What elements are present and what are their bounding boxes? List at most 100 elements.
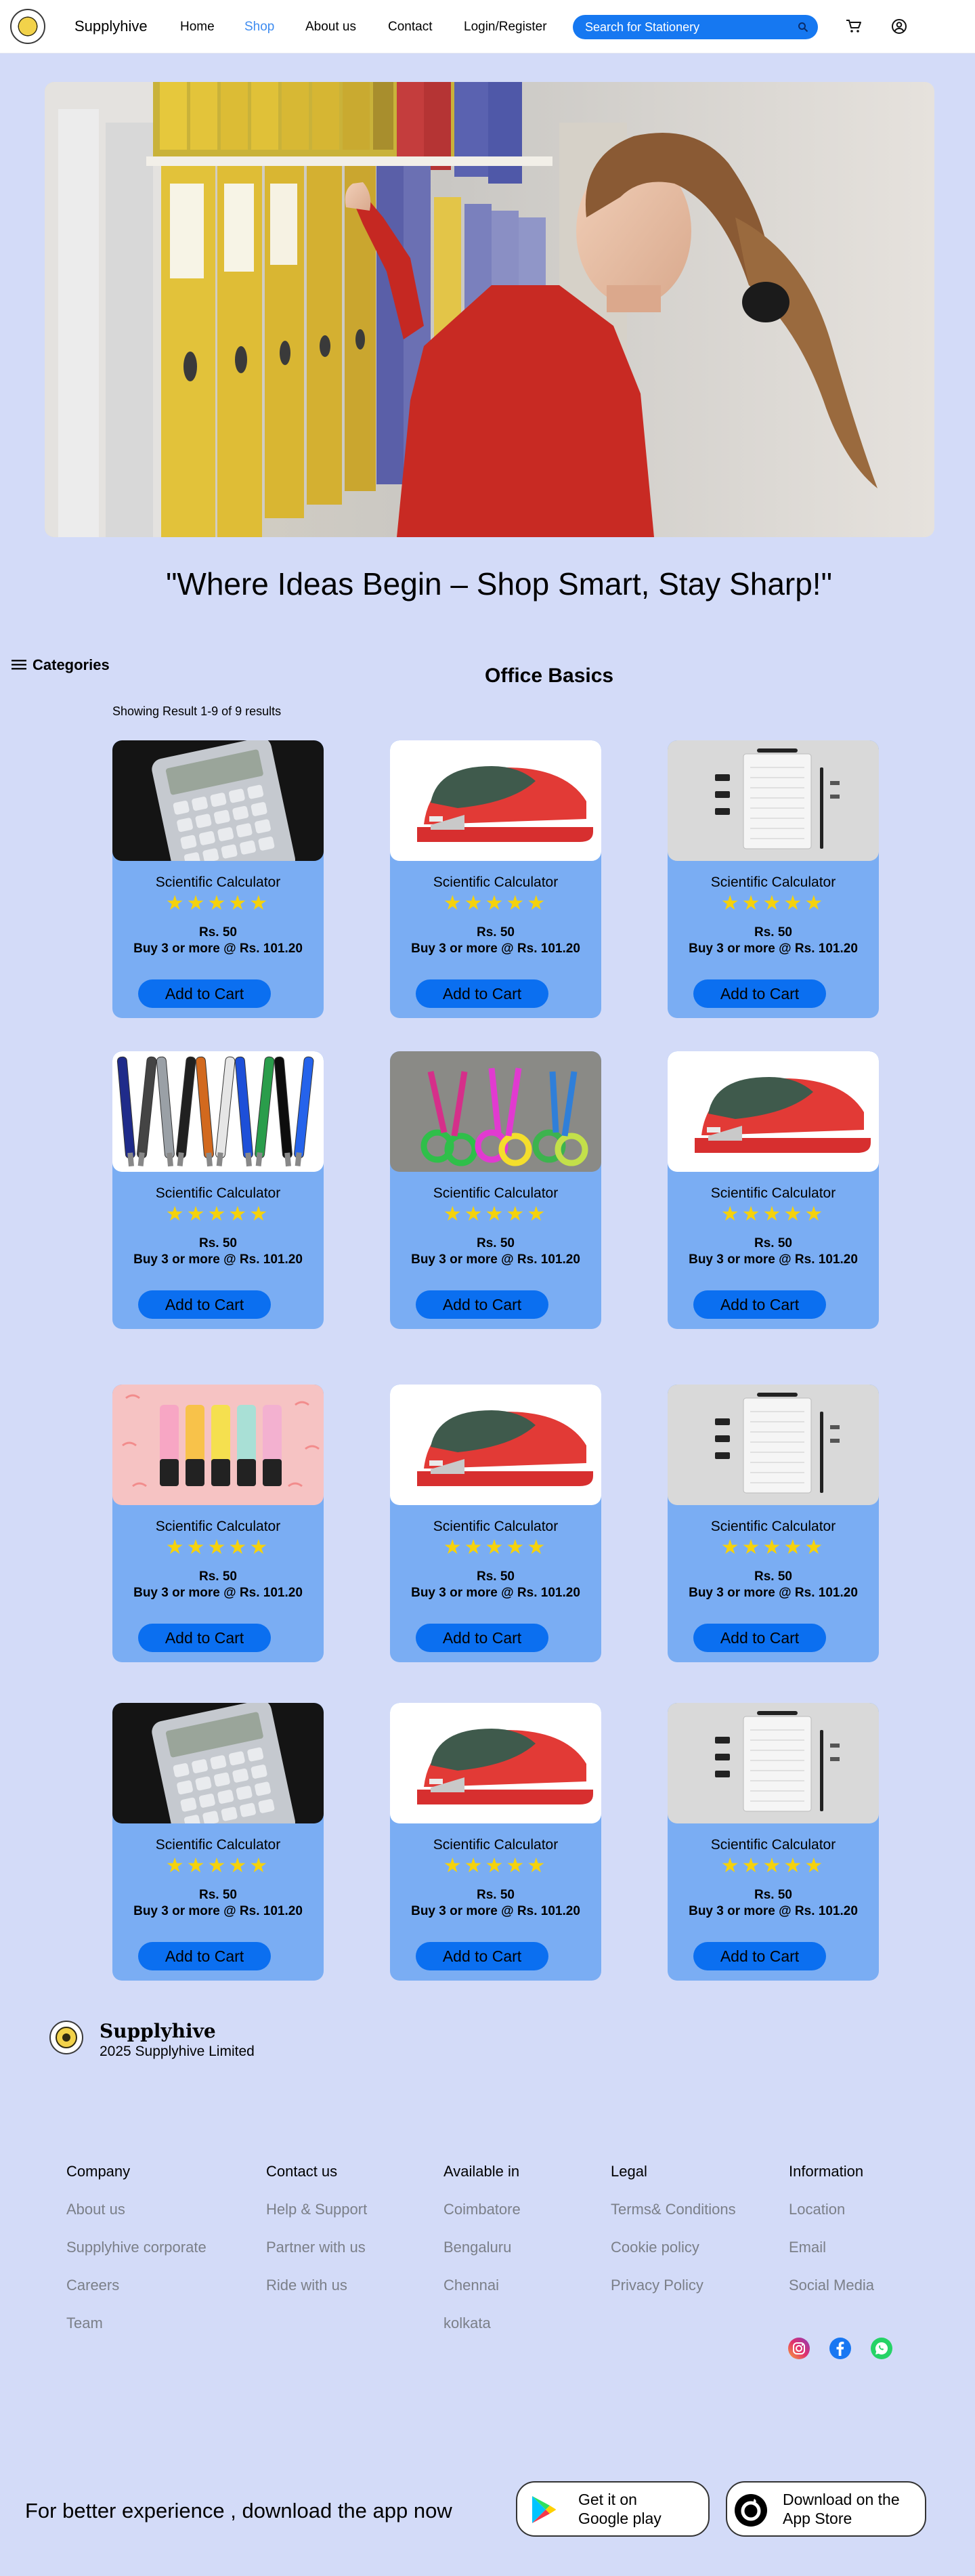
product-name[interactable]: Scientific Calculator <box>668 1185 879 1202</box>
footer-link[interactable]: Coimbatore <box>443 2201 521 2218</box>
nav-home[interactable]: Home <box>180 20 215 35</box>
add-to-cart-button[interactable]: Add to Cart <box>138 1624 271 1652</box>
product-card[interactable]: Scientific Calculator ★★★★★ Rs. 50 Buy 3 or… <box>112 1385 324 1662</box>
add-to-cart-button[interactable]: Add to Cart <box>693 1942 826 1970</box>
search-icon[interactable] <box>798 22 808 33</box>
add-to-cart-button[interactable]: Add to Cart <box>693 1624 826 1652</box>
product-image-pens[interactable] <box>112 1051 324 1172</box>
product-name[interactable]: Scientific Calculator <box>112 1185 324 1202</box>
facebook-icon[interactable] <box>829 2337 852 2360</box>
bulk-offer: Buy 3 or more @ Rs. 101.20 <box>133 1252 303 1267</box>
footer-link[interactable]: Bengaluru <box>443 2239 511 2256</box>
footer-link[interactable]: Help & Support <box>266 2201 367 2218</box>
footer-link[interactable]: About us <box>66 2201 125 2218</box>
footer-link[interactable]: Partner with us <box>266 2239 366 2256</box>
nav-shop[interactable]: Shop <box>244 20 274 35</box>
product-name[interactable]: Scientific Calculator <box>390 1519 601 1535</box>
product-name[interactable]: Scientific Calculator <box>390 1185 601 1202</box>
footer-link[interactable]: Team <box>66 2315 103 2332</box>
product-name[interactable]: Scientific Calculator <box>668 1519 879 1535</box>
product-image-scissors[interactable] <box>390 1051 601 1172</box>
product-image-calculator[interactable] <box>112 1703 324 1823</box>
add-to-cart-button[interactable]: Add to Cart <box>416 979 548 1008</box>
nav-login-register[interactable]: Login/Register <box>464 20 547 35</box>
product-image-stapler[interactable] <box>390 1703 601 1823</box>
footer-link[interactable]: Privacy Policy <box>611 2277 703 2294</box>
product-card[interactable]: Scientific Calculator ★★★★★ Rs. 50 Buy 3 or… <box>390 1385 601 1662</box>
results-count: Showing Result 1-9 of 9 results <box>112 704 282 718</box>
footer-link[interactable]: Ride with us <box>266 2277 347 2294</box>
product-price: Rs. 50 <box>754 1888 792 1902</box>
add-to-cart-button[interactable]: Add to Cart <box>416 1290 548 1319</box>
nav-about-us[interactable]: About us <box>305 20 356 35</box>
product-price: Rs. 50 <box>477 1236 515 1250</box>
product-card[interactable]: Scientific Calculator ★★★★★ Rs. 50 Buy 3 or… <box>112 740 324 1018</box>
product-card[interactable]: Scientific Calculator ★★★★★ Rs. 50 Buy 3 or… <box>668 740 879 1018</box>
product-card[interactable]: Scientific Calculator ★★★★★ Rs. 50 Buy 3 or… <box>668 1051 879 1329</box>
product-image-stapler[interactable] <box>668 1051 879 1172</box>
product-price: Rs. 50 <box>754 1236 792 1250</box>
footer-link[interactable]: Careers <box>66 2277 119 2294</box>
cart-icon[interactable] <box>845 18 863 35</box>
footer-link[interactable]: kolkata <box>443 2315 491 2332</box>
add-to-cart-button[interactable]: Add to Cart <box>693 1290 826 1319</box>
product-card[interactable]: Scientific Calculator ★★★★★ Rs. 50 Buy 3 or… <box>112 1703 324 1981</box>
product-image-highlighters[interactable] <box>112 1385 324 1505</box>
add-to-cart-button[interactable]: Add to Cart <box>416 1624 548 1652</box>
footer-link[interactable]: Supplyhive corporate <box>66 2239 207 2256</box>
product-image-stapler[interactable] <box>390 1385 601 1505</box>
product-name[interactable]: Scientific Calculator <box>112 874 324 891</box>
product-name[interactable]: Scientific Calculator <box>112 1837 324 1853</box>
menu-icon[interactable] <box>12 658 26 671</box>
footer-logo[interactable] <box>49 2020 84 2055</box>
bulk-offer: Buy 3 or more @ Rs. 101.20 <box>689 942 858 956</box>
product-card[interactable]: Scientific Calculator ★★★★★ Rs. 50 Buy 3 or… <box>112 1051 324 1329</box>
bulk-offer: Buy 3 or more @ Rs. 101.20 <box>133 942 303 956</box>
product-name[interactable]: Scientific Calculator <box>668 874 879 891</box>
whatsapp-icon[interactable] <box>870 2337 893 2360</box>
app-store-line1: Download on the <box>783 2491 900 2508</box>
user-icon[interactable] <box>890 18 908 35</box>
footer-heading-available-in: Available in <box>443 2163 520 2180</box>
star-rating: ★★★★★ <box>720 892 826 914</box>
product-card[interactable]: Scientific Calculator ★★★★★ Rs. 50 Buy 3 or… <box>668 1703 879 1981</box>
google-play-icon <box>532 2496 556 2523</box>
google-play-button[interactable]: Get it on Google play <box>516 2481 710 2537</box>
product-name[interactable]: Scientific Calculator <box>390 1837 601 1853</box>
footer-link[interactable]: Social Media <box>789 2277 874 2294</box>
product-image-notepad[interactable] <box>668 1385 879 1505</box>
footer-link[interactable]: Email <box>789 2239 826 2256</box>
add-to-cart-button[interactable]: Add to Cart <box>138 1942 271 1970</box>
product-name[interactable]: Scientific Calculator <box>390 874 601 891</box>
brand-logo[interactable] <box>10 9 45 44</box>
search-input[interactable] <box>585 15 788 39</box>
product-card[interactable]: Scientific Calculator ★★★★★ Rs. 50 Buy 3 or… <box>390 1051 601 1329</box>
footer-link[interactable]: Cookie policy <box>611 2239 699 2256</box>
hero-tagline: "Where Ideas Begin – Shop Smart, Stay Sh… <box>166 566 832 601</box>
star-rating: ★★★★★ <box>165 892 271 914</box>
product-card[interactable]: Scientific Calculator ★★★★★ Rs. 50 Buy 3 or… <box>668 1385 879 1662</box>
footer-link[interactable]: Terms& Conditions <box>611 2201 736 2218</box>
product-card[interactable]: Scientific Calculator ★★★★★ Rs. 50 Buy 3 or… <box>390 740 601 1018</box>
product-name[interactable]: Scientific Calculator <box>668 1837 879 1853</box>
app-store-button[interactable]: Download on the App Store <box>726 2481 926 2537</box>
add-to-cart-button[interactable]: Add to Cart <box>138 979 271 1008</box>
categories-toggle[interactable]: Categories <box>32 656 110 674</box>
star-rating: ★★★★★ <box>443 892 548 914</box>
product-card[interactable]: Scientific Calculator ★★★★★ Rs. 50 Buy 3 or… <box>390 1703 601 1981</box>
nav-contact[interactable]: Contact <box>388 20 432 35</box>
product-image-calculator[interactable] <box>112 740 324 861</box>
product-image-notepad[interactable] <box>668 1703 879 1823</box>
product-image-stapler[interactable] <box>390 740 601 861</box>
instagram-icon[interactable] <box>787 2337 810 2360</box>
bulk-offer: Buy 3 or more @ Rs. 101.20 <box>689 1904 858 1918</box>
star-rating: ★★★★★ <box>165 1536 271 1559</box>
add-to-cart-button[interactable]: Add to Cart <box>138 1290 271 1319</box>
product-image-notepad[interactable] <box>668 740 879 861</box>
footer-link[interactable]: Chennai <box>443 2277 499 2294</box>
product-name[interactable]: Scientific Calculator <box>112 1519 324 1535</box>
footer-link[interactable]: Location <box>789 2201 845 2218</box>
add-to-cart-button[interactable]: Add to Cart <box>416 1942 548 1970</box>
brand-name[interactable]: Supplyhive <box>74 18 148 35</box>
add-to-cart-button[interactable]: Add to Cart <box>693 979 826 1008</box>
